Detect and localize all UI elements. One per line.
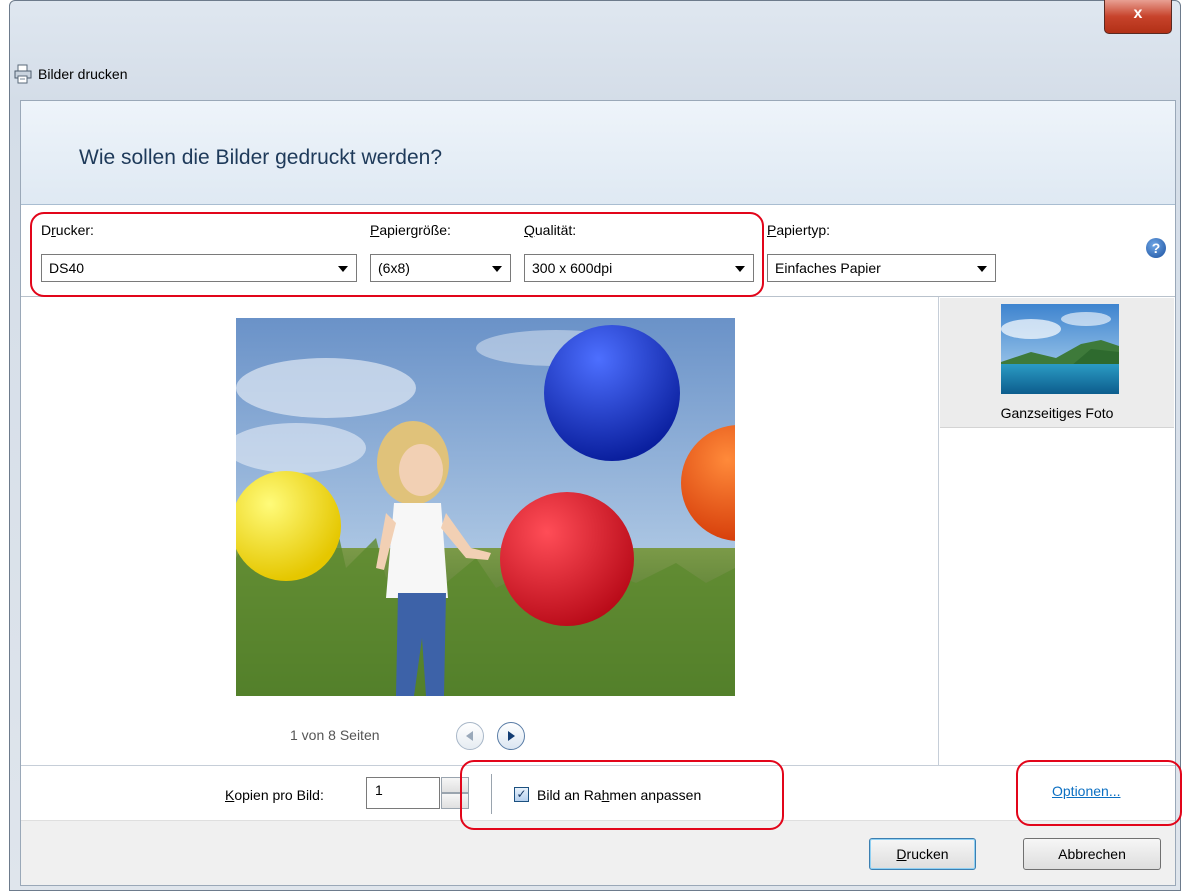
paper-type-dropdown[interactable]: Einfaches Papier xyxy=(767,254,996,282)
close-button[interactable]: x xyxy=(1104,0,1172,34)
window-title: Bilder drucken xyxy=(38,66,128,82)
preview-image xyxy=(236,318,735,696)
page-info: 1 von 8 Seiten xyxy=(290,727,380,743)
layout-label: Ganzseitiges Foto xyxy=(1000,405,1114,421)
highlight-box xyxy=(1016,760,1182,826)
paper-type-label: Papiertyp: xyxy=(767,222,831,238)
printer-icon xyxy=(14,64,32,84)
highlight-box xyxy=(30,212,764,297)
cancel-button[interactable]: Abbrechen xyxy=(1023,838,1161,870)
highlight-box xyxy=(460,760,784,830)
previous-page-button[interactable] xyxy=(456,722,484,750)
paper-type-value: Einfaches Papier xyxy=(775,260,881,276)
panel-divider xyxy=(938,297,939,765)
copies-input[interactable]: 1 xyxy=(366,777,440,809)
page-title: Wie sollen die Bilder gedruckt werden? xyxy=(79,146,443,169)
copies-label: Kopien pro Bild: xyxy=(225,787,324,803)
close-icon: x xyxy=(1133,5,1143,22)
chevron-down-icon xyxy=(977,266,987,272)
layout-thumbnail xyxy=(1001,304,1119,394)
help-icon[interactable]: ? xyxy=(1146,238,1166,258)
print-button[interactable]: Drucken xyxy=(869,838,976,870)
next-page-button[interactable] xyxy=(497,722,525,750)
arrow-left-icon xyxy=(466,731,473,741)
arrow-right-icon xyxy=(508,731,515,741)
